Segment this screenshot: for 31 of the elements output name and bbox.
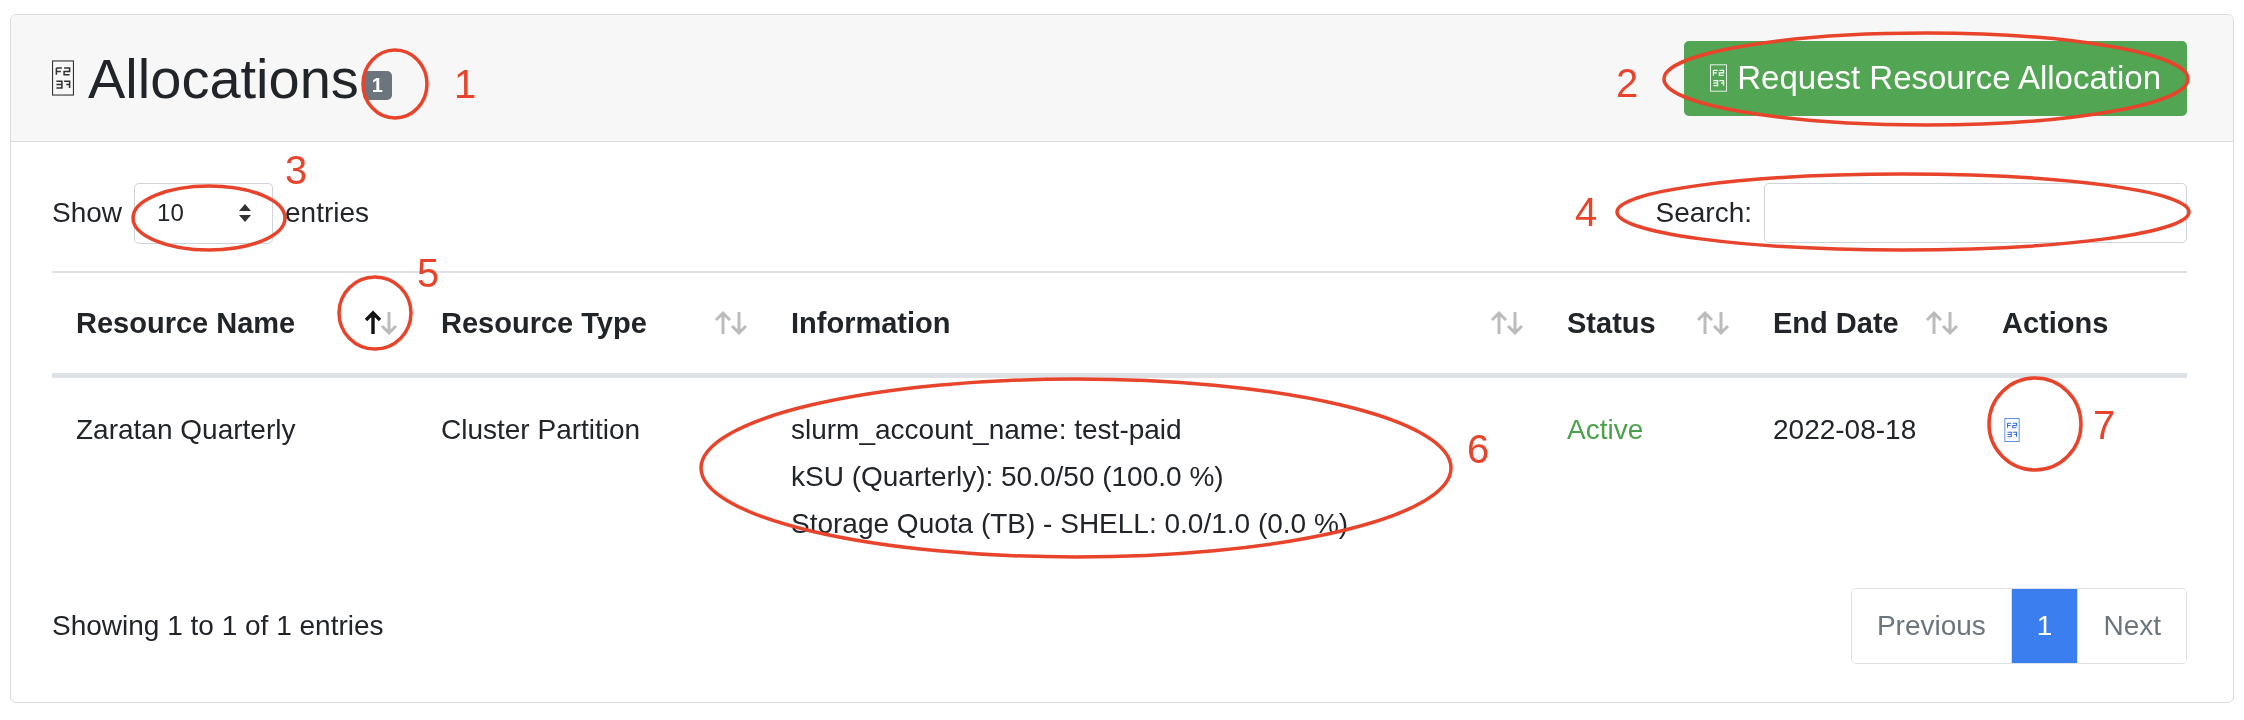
column-header[interactable]: Resource Name xyxy=(52,272,417,376)
information-line: slurm_account_name: test-paid xyxy=(791,413,1182,447)
annotation-number: 6 xyxy=(1466,429,1490,469)
annotation-number: 7 xyxy=(2092,405,2116,445)
entries-label: entries xyxy=(285,197,370,229)
annotation-ellipse xyxy=(361,48,429,120)
annotation-number: 3 xyxy=(284,150,308,190)
annotation-number: 4 xyxy=(1574,192,1598,232)
search-label: Search: xyxy=(1655,197,1752,229)
table-cell: 2022-08-18 xyxy=(1773,414,1917,445)
pagination-button[interactable]: Next xyxy=(2077,589,2186,663)
table-cell: Cluster Partition xyxy=(441,414,641,445)
glyph-box-icon xyxy=(1710,64,1728,92)
status-text: Active xyxy=(1567,414,1644,445)
show-label: Show xyxy=(52,197,123,229)
column-header[interactable]: Information xyxy=(767,272,1543,376)
card-title: Allocations xyxy=(88,45,359,111)
annotation-number: 1 xyxy=(453,64,477,104)
column-header[interactable]: Actions xyxy=(1978,272,2187,376)
information-line: kSU (Quarterly): 50.0/50 (100.0 %) xyxy=(791,460,1224,494)
glyph-box-icon xyxy=(52,60,74,96)
column-header[interactable]: Status xyxy=(1543,272,1749,376)
annotation-number: 2 xyxy=(1615,63,1639,103)
pagination-button[interactable]: 1 xyxy=(2010,589,2078,663)
search-field[interactable] xyxy=(1764,183,2187,243)
column-header[interactable]: End Date xyxy=(1749,272,1978,376)
table-cell: Zaratan Quarterly xyxy=(76,414,296,445)
page-size-select[interactable]: 10 xyxy=(134,182,274,244)
entries-info: Showing 1 to 1 of 1 entries xyxy=(52,610,384,642)
glyph-box-icon xyxy=(2004,418,2020,442)
spinner-icon xyxy=(238,202,253,224)
